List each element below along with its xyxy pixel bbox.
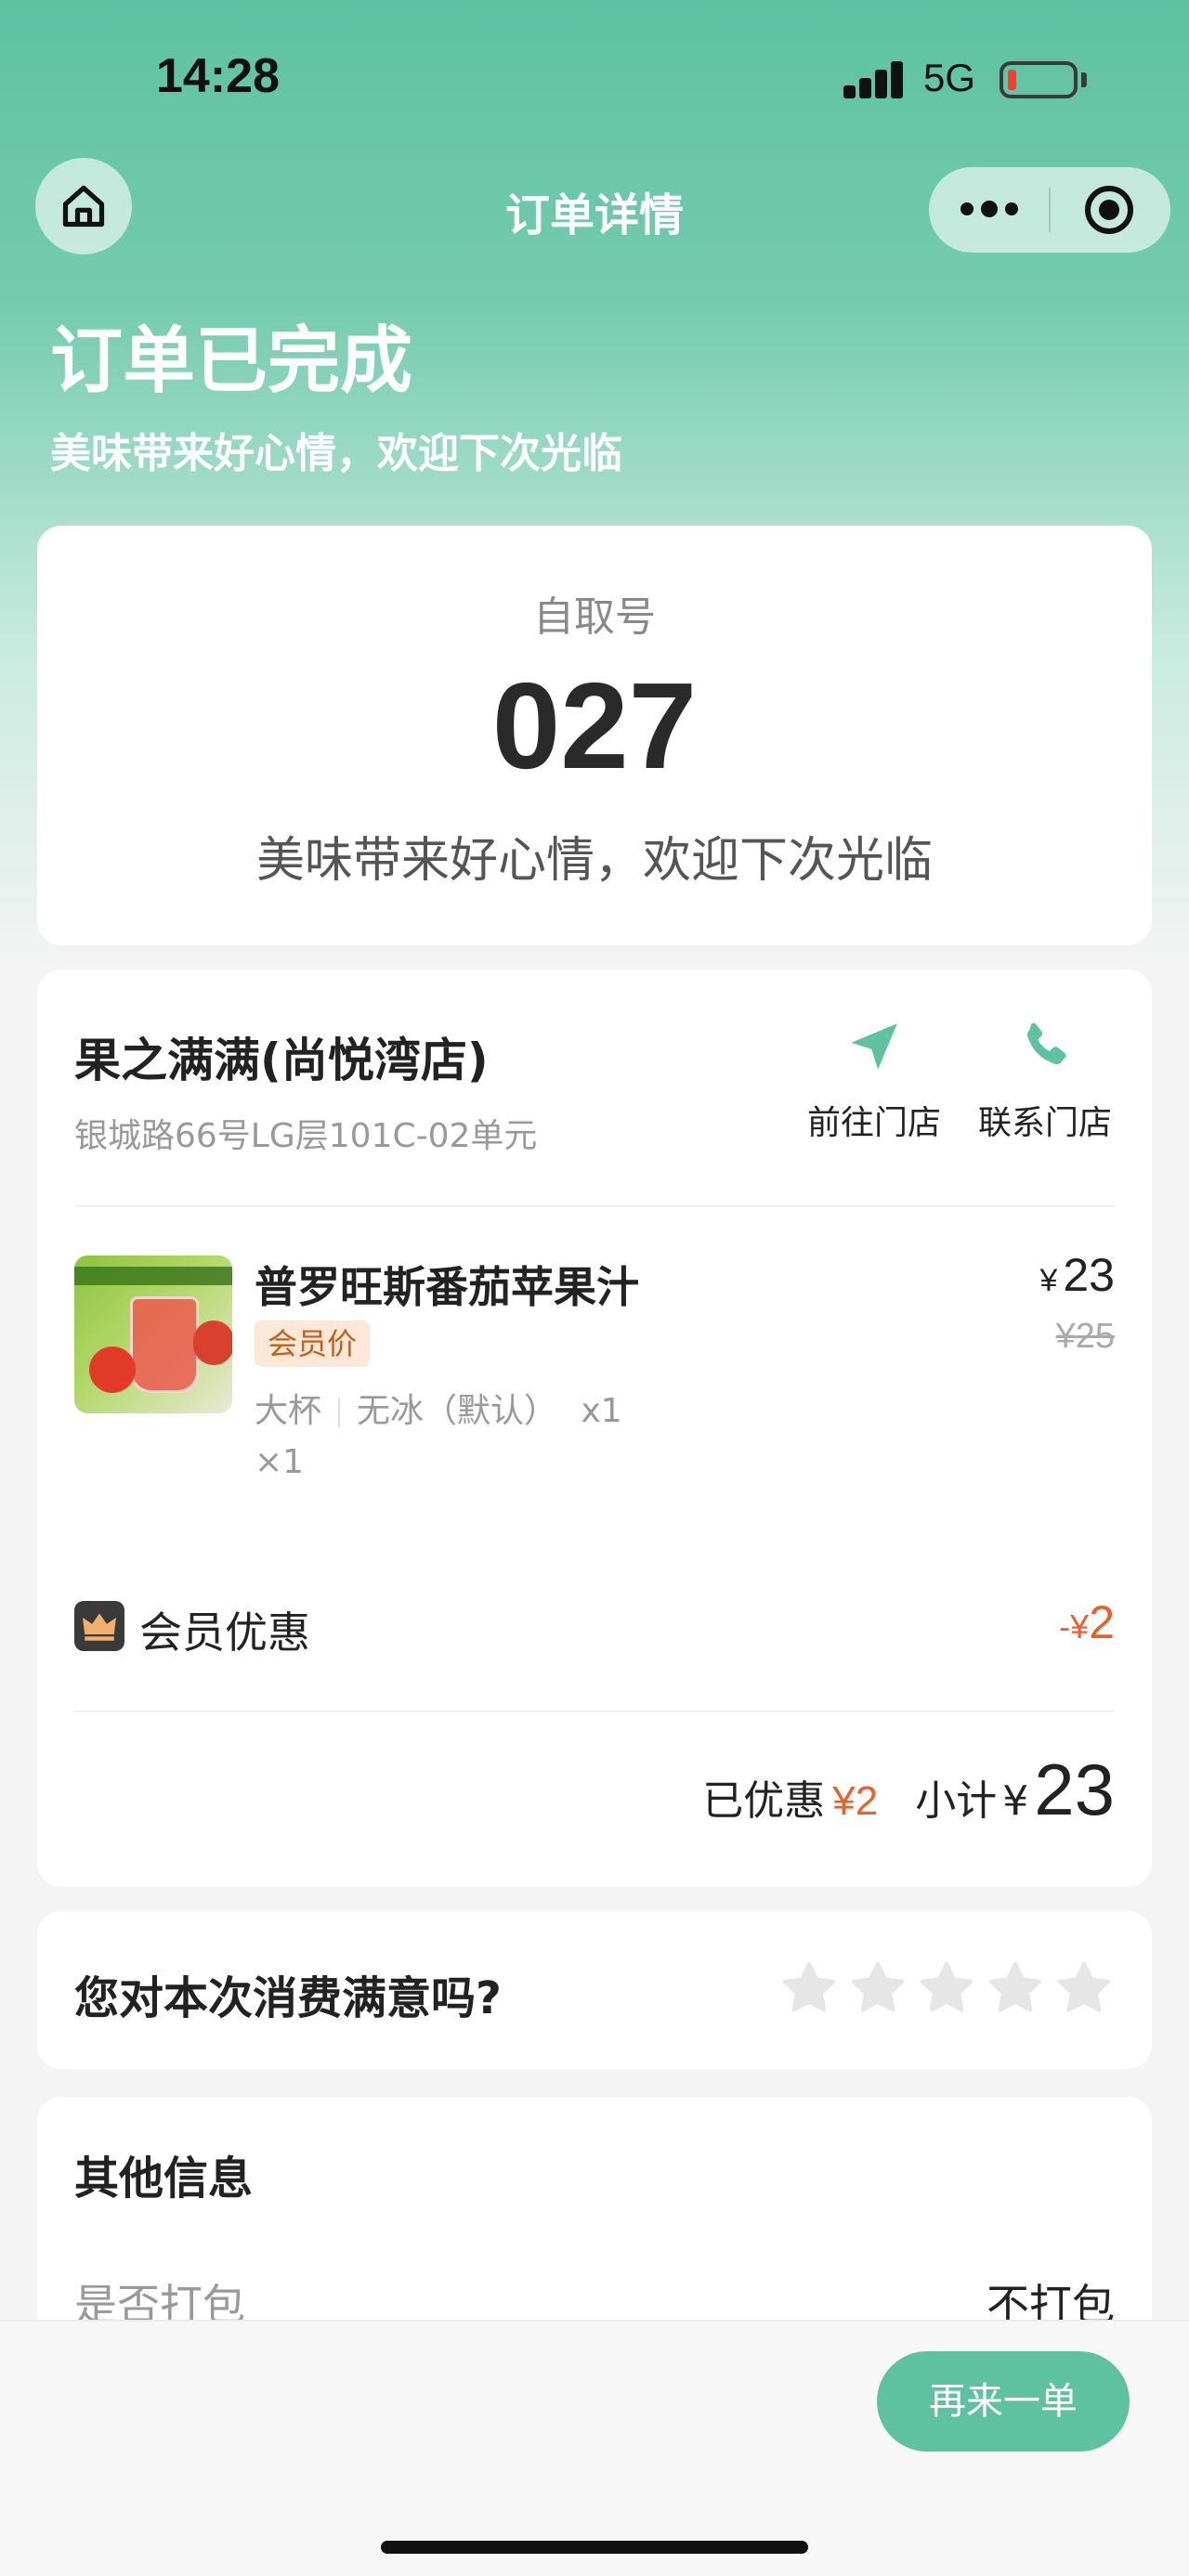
home-icon <box>62 185 105 228</box>
subtotal-value: 23 <box>1034 1749 1115 1830</box>
original-price: ¥25 <box>1055 1317 1115 1356</box>
price-symbol: ¥ <box>1039 1263 1058 1298</box>
star-rating[interactable] <box>771 1958 1115 2019</box>
member-discount-label: 会员优惠 <box>139 1607 310 1658</box>
divider <box>74 1205 1115 1207</box>
pickup-number: 027 <box>491 657 698 794</box>
network-type: 5G <box>923 56 976 99</box>
store-address: 银城路66号LG层101C-02单元 <box>74 1117 538 1155</box>
crown-icon <box>74 1601 124 1651</box>
other-info-title: 其他信息 <box>74 2153 254 2205</box>
reorder-button[interactable]: 再来一单 <box>877 2351 1130 2452</box>
pickup-label: 自取号 <box>533 593 656 641</box>
discount-symbol: ¥ <box>1070 1607 1090 1646</box>
product-spec: 大杯 无冰（默认） x1 <box>255 1384 622 1432</box>
rating-question: 您对本次消费满意吗? <box>74 1972 502 2024</box>
page-title: 订单详情 <box>504 189 684 241</box>
discount-value: 2 <box>1089 1596 1115 1648</box>
order-detail-card: 果之满满(尚悦湾店) 银城路66号LG层101C-02单元 前往门店 联系门店 … <box>37 969 1152 1887</box>
navigate-to-store-button[interactable]: 前往门店 <box>795 1016 953 1144</box>
signal-icon <box>843 61 905 98</box>
battery-tip <box>1081 72 1087 87</box>
navigate-label: 前往门店 <box>806 1104 941 1142</box>
star-icon[interactable] <box>985 1958 1046 2019</box>
navigation-arrow-icon <box>851 1023 897 1070</box>
order-status-title: 订单已完成 <box>50 319 413 403</box>
product-image <box>74 1255 232 1413</box>
member-discount-amount: -¥2 <box>1059 1595 1115 1649</box>
star-icon[interactable] <box>847 1958 908 2019</box>
price-value: 23 <box>1063 1249 1115 1301</box>
order-summary: 已优惠 ¥2 小计 ¥ 23 <box>702 1748 1115 1832</box>
call-label: 联系门店 <box>977 1104 1112 1142</box>
discount-prefix: - <box>1059 1607 1071 1646</box>
saved-amount: ¥2 <box>832 1778 879 1824</box>
phone-icon <box>1026 1022 1066 1065</box>
star-icon[interactable] <box>1053 1958 1115 2019</box>
status-bar: 14:28 5G <box>0 0 1189 158</box>
order-status-subtitle: 美味带来好心情，欢迎下次光临 <box>50 430 622 477</box>
target-icon[interactable] <box>1085 186 1133 234</box>
home-button[interactable] <box>35 158 132 254</box>
status-time: 14:28 <box>156 49 280 103</box>
star-icon[interactable] <box>778 1958 840 2019</box>
product-quantity: ×1 <box>255 1443 305 1481</box>
spec-ice: 无冰（默认） <box>357 1392 558 1430</box>
bottom-action-bar: 再来一单 <box>0 2320 1189 2576</box>
pickup-message: 美味带来好心情，欢迎下次光临 <box>255 833 933 889</box>
pickup-card: 自取号 027 美味带来好心情，欢迎下次光临 <box>37 526 1152 945</box>
saved-label: 已优惠 <box>702 1777 826 1825</box>
navigation-bar: 订单详情 <box>0 158 1189 269</box>
store-name: 果之满满(尚悦湾店) <box>74 1034 489 1087</box>
capsule-divider <box>1049 188 1051 232</box>
battery-icon <box>1000 61 1078 98</box>
call-store-button[interactable]: 联系门店 <box>966 1016 1124 1144</box>
spec-size: 大杯 <box>255 1392 322 1430</box>
subtotal-symbol: ¥ <box>1002 1777 1029 1825</box>
subtotal-label: 小计 <box>915 1777 998 1825</box>
spec-divider <box>338 1398 341 1427</box>
product-name: 普罗旺斯番茄苹果汁 <box>255 1262 639 1312</box>
more-dots-icon[interactable] <box>960 201 1020 217</box>
member-price-tag: 会员价 <box>255 1321 371 1367</box>
home-indicator <box>381 2541 808 2554</box>
divider <box>74 1711 1115 1712</box>
star-icon[interactable] <box>916 1958 977 2019</box>
rating-card: 您对本次消费满意吗? <box>37 1911 1152 2069</box>
product-price: ¥23 <box>1039 1248 1115 1302</box>
spec-quantity: x1 <box>581 1392 622 1430</box>
miniprogram-capsule <box>929 167 1170 253</box>
